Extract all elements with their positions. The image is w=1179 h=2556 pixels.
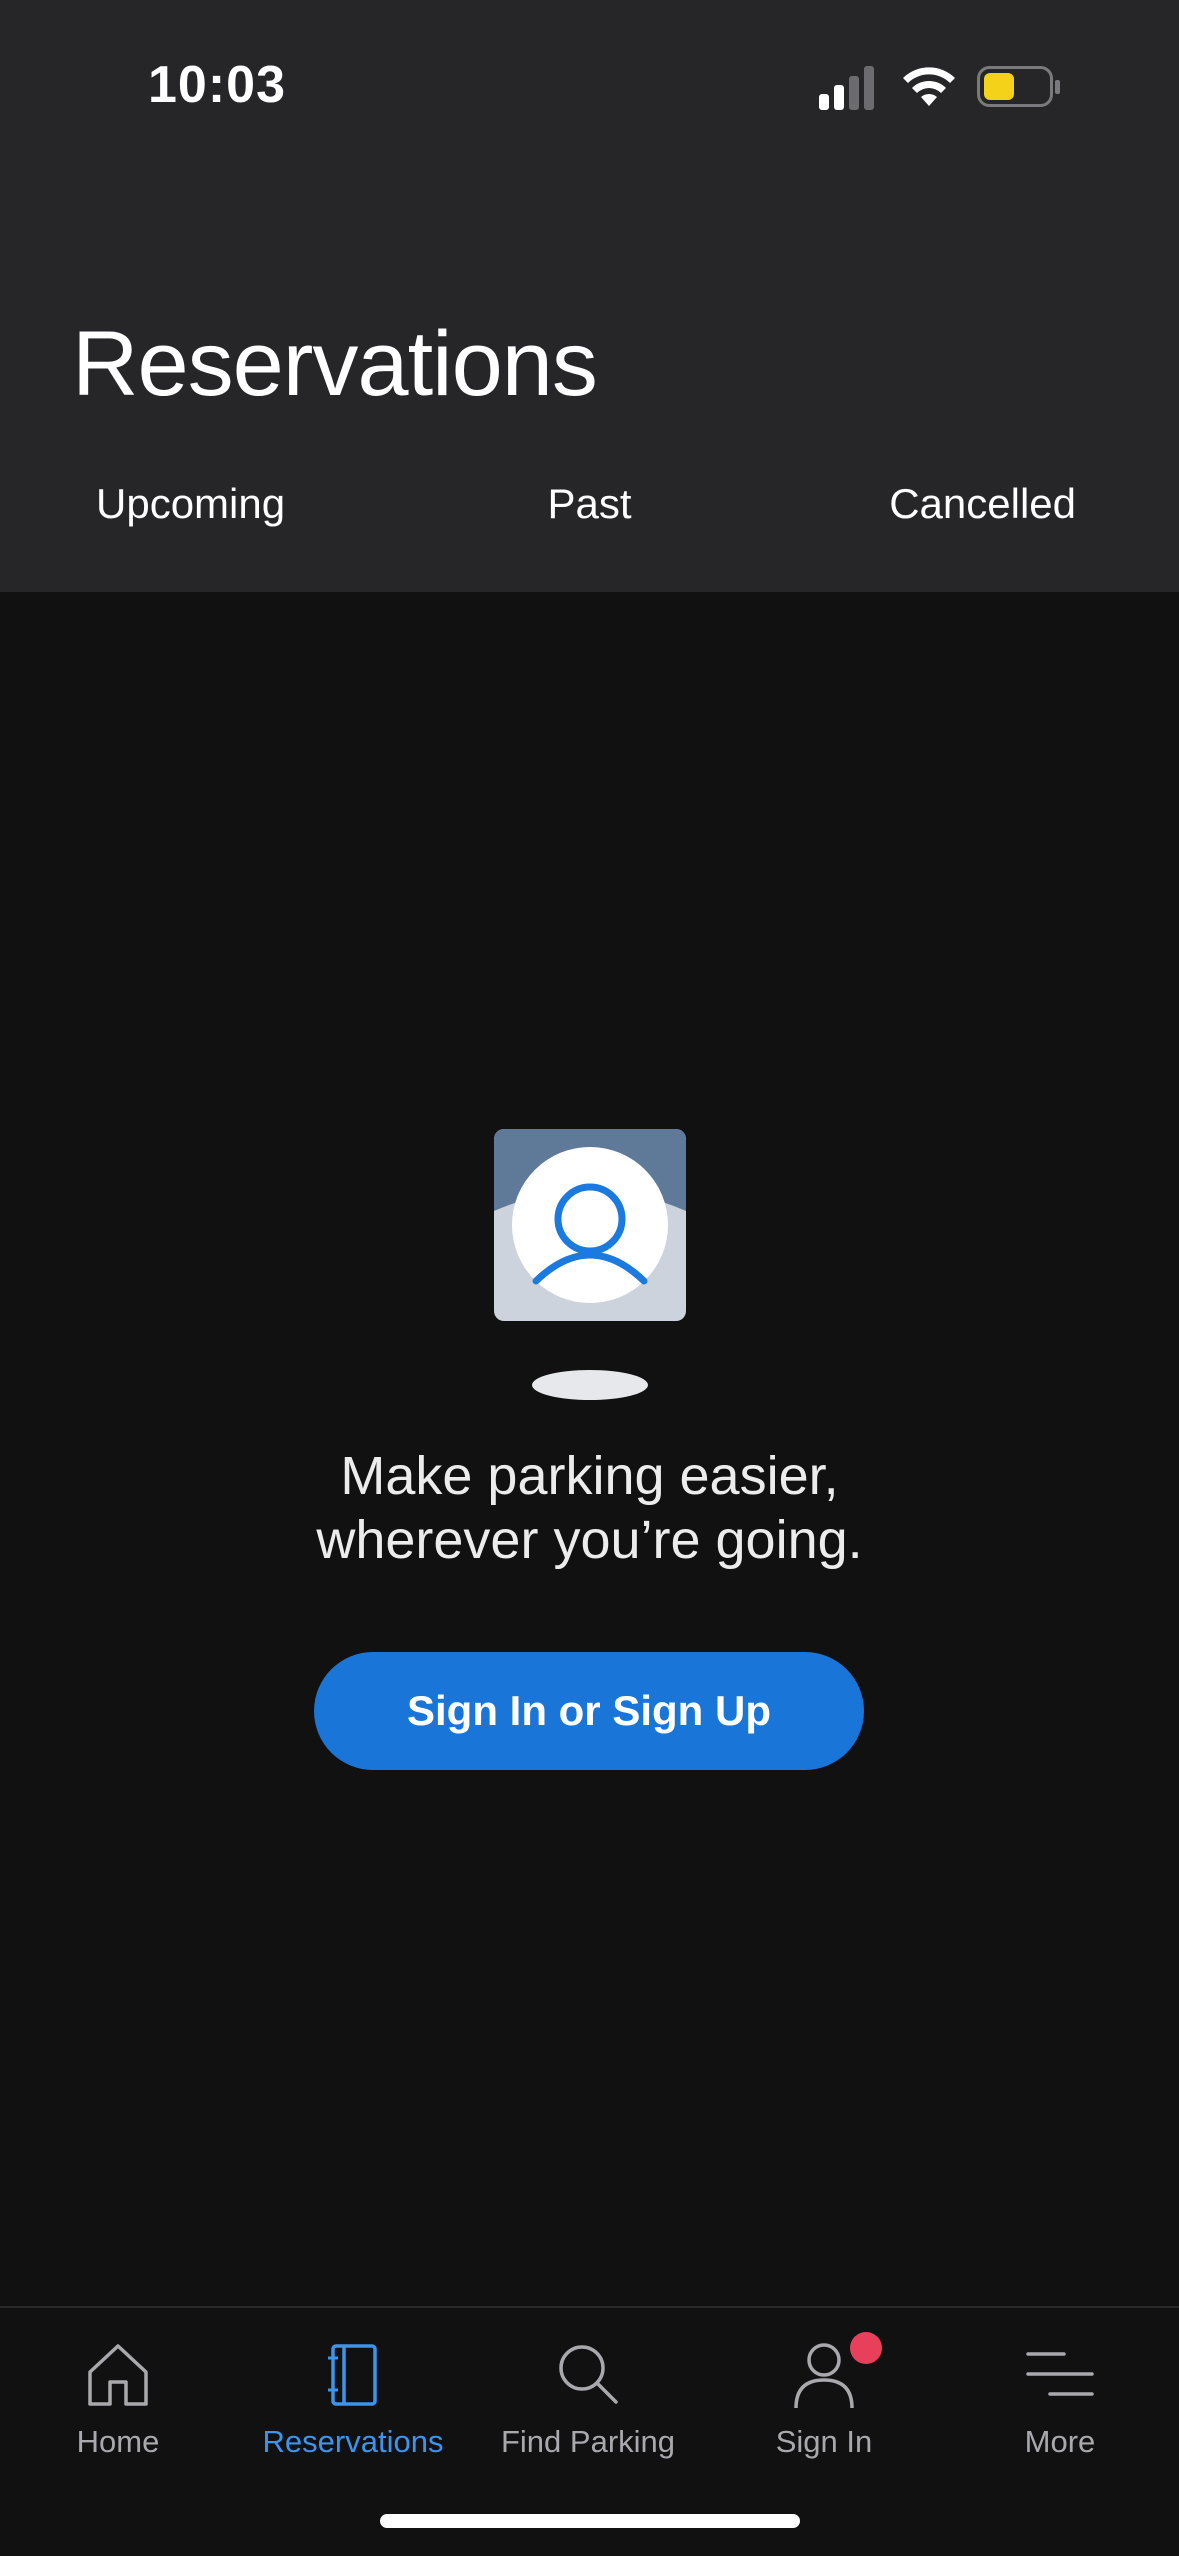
signal-icon [819,66,874,110]
nav-item-more[interactable]: More [942,2328,1178,2478]
home-icon [82,2338,154,2410]
empty-message-line-1: Make parking easier, [340,1446,839,1506]
person-icon [788,2332,882,2410]
page-title: Reservations [72,313,598,415]
user-avatar-icon [494,1129,686,1321]
nav-item-home[interactable]: Home [0,2328,236,2478]
empty-state-message: Make parking easier, wherever you’re goi… [0,1444,1179,1572]
reservations-icon [317,2338,389,2410]
empty-message-line-2: wherever you’re going. [316,1510,863,1570]
status-time: 10:03 [148,56,286,114]
nav-label-reservations: Reservations [262,2424,444,2459]
nav-item-reservations[interactable]: Reservations [235,2328,471,2478]
tab-cancelled[interactable]: Cancelled [889,480,1076,528]
sign-in-or-sign-up-button[interactable]: Sign In or Sign Up [314,1652,864,1770]
header: 10:03 Reservations Upcoming Past Cancell… [0,0,1179,592]
nav-label-sign-in: Sign In [775,2424,873,2459]
nav-item-sign-in[interactable]: Sign In [706,2328,942,2478]
reservation-tabs: Upcoming Past Cancelled [0,480,1179,550]
nav-item-find-parking[interactable]: Find Parking [470,2328,706,2478]
app-screen: 10:03 Reservations Upcoming Past Cancell… [0,0,1179,2556]
empty-state-illustration [494,1129,686,1321]
menu-icon [1024,2338,1096,2410]
nav-label-home: Home [76,2424,160,2459]
search-icon [552,2338,624,2410]
battery-icon [977,66,1060,107]
nav-label-more: More [1024,2424,1096,2459]
status-icons [819,62,1079,112]
notification-badge [850,2332,882,2364]
home-indicator[interactable] [380,2514,800,2528]
wifi-icon [903,67,955,106]
nav-label-find-parking: Find Parking [500,2424,676,2459]
illustration-shadow [532,1370,648,1400]
